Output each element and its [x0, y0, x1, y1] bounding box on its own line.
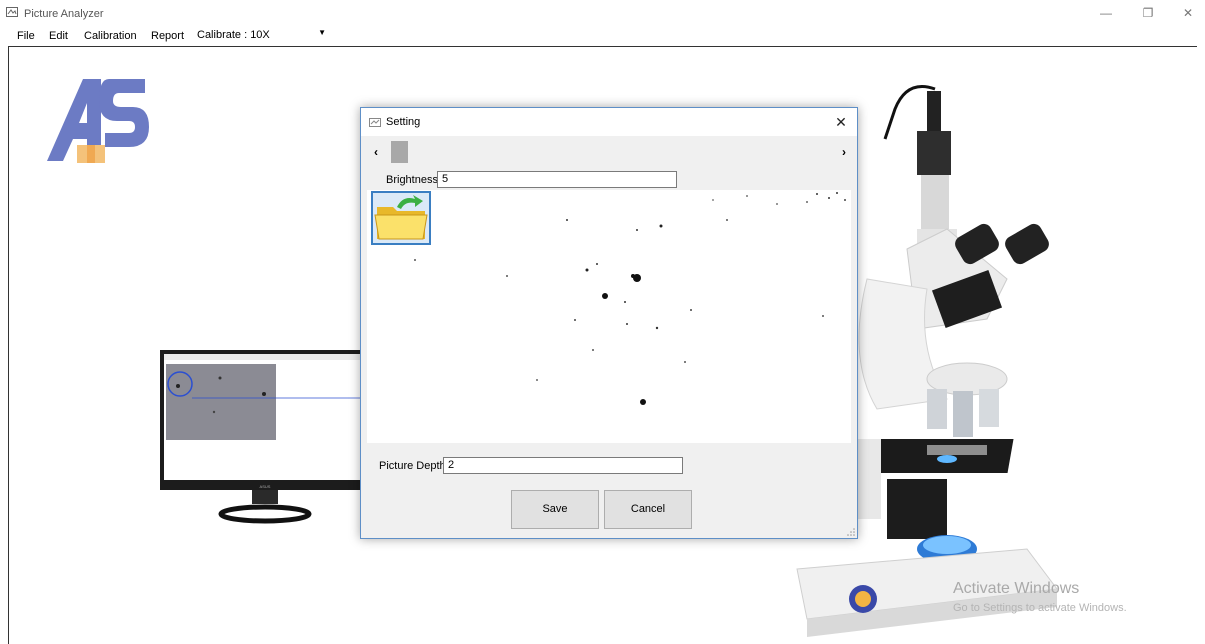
activation-watermark-subtitle: Go to Settings to activate Windows. — [953, 602, 1127, 614]
cancel-button[interactable]: Cancel — [604, 490, 692, 529]
scroll-right-icon[interactable]: › — [837, 143, 851, 161]
preview-speckles — [414, 192, 846, 405]
main-window: Picture Analyzer — ❐ ✕ File Edit Calibra… — [0, 0, 1205, 644]
company-logo — [17, 61, 189, 173]
dialog-title: Setting — [386, 116, 421, 128]
horizontal-scrollbar[interactable]: ‹ › — [367, 141, 853, 163]
monitor-illustration: ASUS — [160, 350, 370, 524]
minimize-button[interactable]: — — [1089, 2, 1123, 24]
menu-bar: File Edit Calibration Report — [0, 26, 1205, 46]
menu-file[interactable]: File — [17, 30, 35, 42]
menu-edit[interactable]: Edit — [49, 30, 68, 42]
brightness-input[interactable]: 5 — [437, 171, 677, 188]
picture-depth-label: Picture Depth — [379, 460, 446, 472]
dialog-app-icon — [369, 118, 381, 127]
close-button[interactable]: ✕ — [1171, 2, 1205, 24]
open-folder-button[interactable] — [371, 191, 431, 245]
picture-depth-input[interactable]: 2 — [443, 457, 683, 474]
title-bar: Picture Analyzer — ❐ ✕ — [0, 0, 1205, 26]
brightness-label: Brightness — [386, 174, 438, 186]
svg-text:ASUS: ASUS — [260, 484, 271, 489]
menu-report[interactable]: Report — [151, 30, 184, 42]
setting-dialog: Setting ✕ ‹ › Brightness 5 Picture Depth… — [360, 107, 858, 539]
restore-button[interactable]: ❐ — [1131, 2, 1165, 24]
menu-calibration[interactable]: Calibration — [84, 30, 137, 42]
dialog-title-bar: Setting ✕ — [361, 108, 857, 136]
app-icon — [6, 7, 18, 17]
calibrate-select[interactable]: Calibrate : 10X ▼ — [193, 27, 330, 44]
calibrate-value: Calibrate : 10X — [197, 29, 270, 41]
save-button[interactable]: Save — [511, 490, 599, 529]
folder-icon — [374, 195, 428, 240]
image-preview — [367, 190, 851, 443]
chevron-down-icon: ▼ — [318, 28, 326, 37]
app-title: Picture Analyzer — [24, 8, 104, 20]
resize-grip-icon[interactable] — [847, 528, 855, 536]
dialog-close-icon[interactable]: ✕ — [829, 111, 853, 133]
scroll-thumb[interactable] — [391, 141, 408, 163]
scroll-left-icon[interactable]: ‹ — [369, 143, 383, 161]
activation-watermark-title: Activate Windows — [953, 580, 1080, 597]
